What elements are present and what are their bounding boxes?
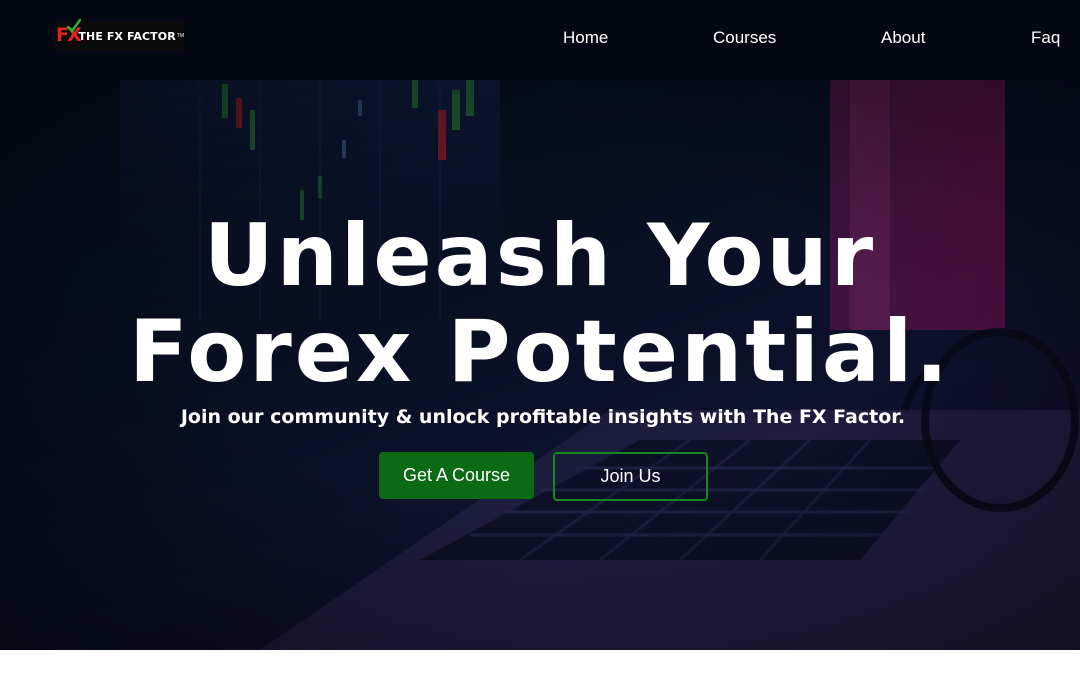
brand-logo[interactable]: FX THE FX FACTOR TM [54, 18, 184, 50]
hero-subtitle: Join our community & unlock profitable i… [180, 406, 906, 428]
nav-home-link[interactable]: Home [563, 28, 608, 48]
page: FX THE FX FACTOR TM Home Courses About F… [0, 0, 1080, 678]
hero-section: Unleash Your Forex Potential. Join our c… [0, 80, 1080, 650]
hero-title-line-2: Forex Potential. [128, 302, 952, 402]
trademark: TM [176, 33, 184, 39]
next-section-edge [0, 650, 1080, 678]
hero-title-line-1: Unleash Your [203, 206, 877, 306]
join-us-button[interactable]: Join Us [553, 452, 708, 501]
fx-logo-icon: FX [54, 18, 82, 50]
nav-about-link[interactable]: About [881, 28, 925, 48]
hero-title: Unleash Your Forex Potential. [0, 208, 1080, 400]
checkmark-icon [66, 18, 82, 33]
top-navbar: FX THE FX FACTOR TM Home Courses About F… [0, 0, 1080, 80]
get-a-course-button[interactable]: Get A Course [379, 452, 534, 499]
logo-text: THE FX FACTOR [78, 29, 176, 43]
nav-faq-link[interactable]: Faq [1031, 28, 1060, 48]
nav-courses-link[interactable]: Courses [713, 28, 776, 48]
